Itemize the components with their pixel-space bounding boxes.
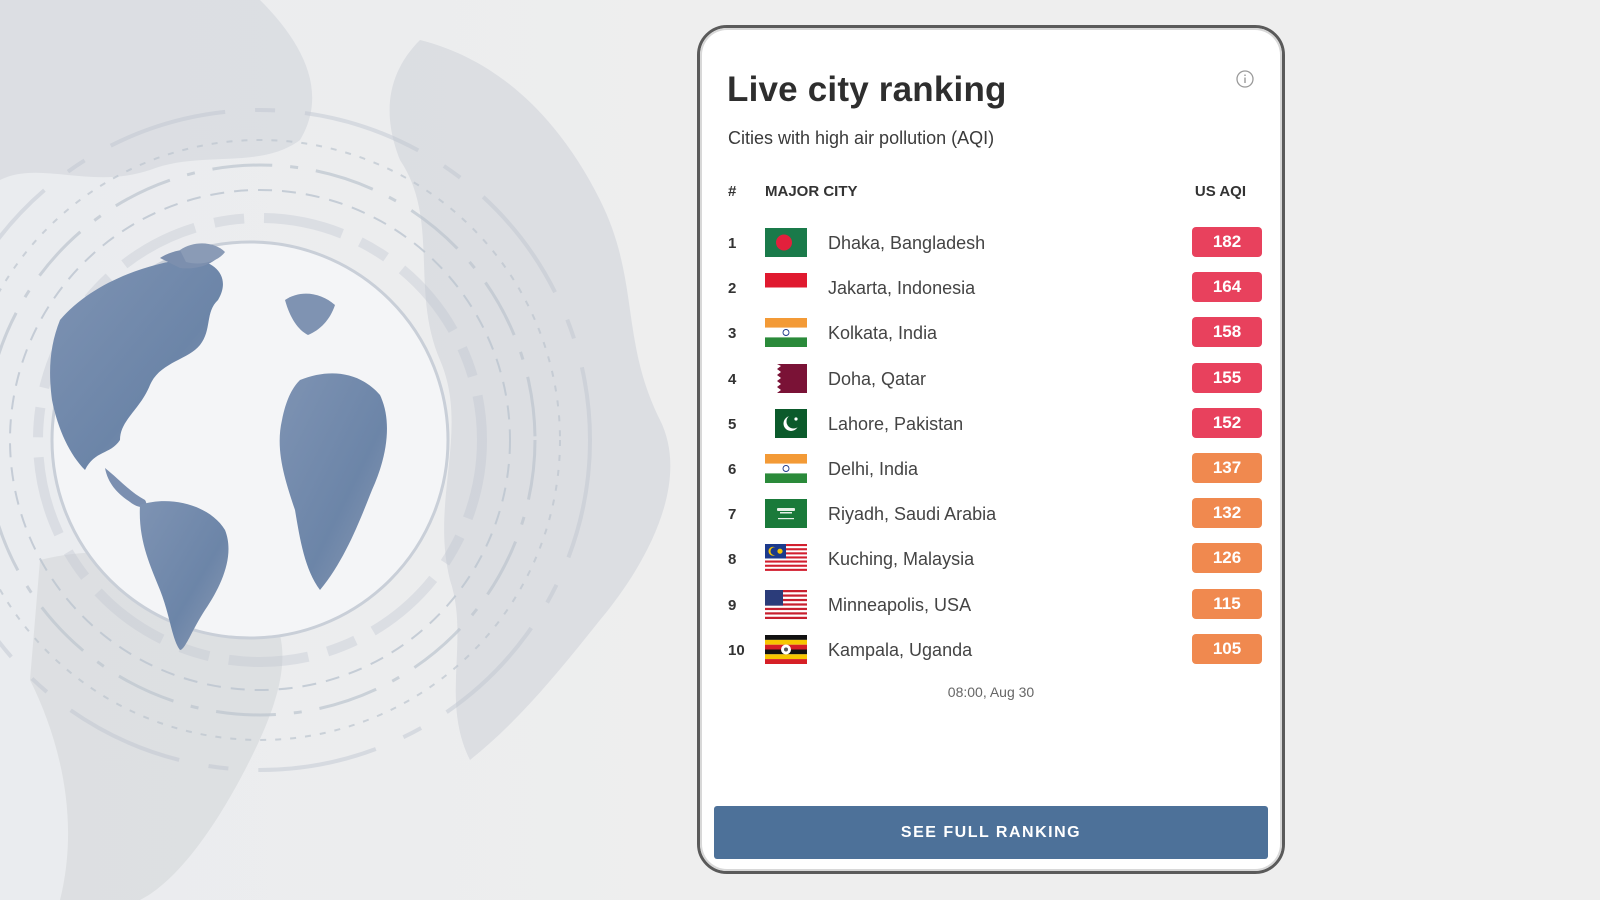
see-full-ranking-button[interactable]: SEE FULL RANKING xyxy=(714,806,1268,859)
aqi-badge: 152 xyxy=(1192,407,1262,438)
row-rank: 1 xyxy=(728,235,737,252)
uganda-flag-icon xyxy=(765,634,807,664)
india-flag-icon xyxy=(765,318,807,348)
aqi-badge: 158 xyxy=(1192,317,1262,348)
row-rank: 2 xyxy=(728,280,737,298)
row-rank: 5 xyxy=(728,415,737,433)
ranking-row[interactable]: 8 Kuching, Malaysia 126 xyxy=(728,543,1262,588)
row-rank: 4 xyxy=(728,370,737,388)
globe-illustration xyxy=(0,0,671,900)
ranking-row[interactable]: 1 Dhaka, Bangladesh 182 xyxy=(728,227,1262,272)
aqi-badge: 155 xyxy=(1192,362,1262,393)
malaysia-flag-icon xyxy=(765,544,807,574)
ranking-row[interactable]: 10 Kampala, Uganda 105 xyxy=(728,633,1262,679)
aqi-badge: 164 xyxy=(1192,272,1262,303)
bangladesh-flag-icon xyxy=(765,228,807,257)
pakistan-flag-icon xyxy=(765,408,807,438)
ranking-row[interactable]: 7 Riyadh, Saudi Arabia 132 xyxy=(728,498,1262,543)
card-title: Live city ranking xyxy=(727,70,1007,109)
aqi-badge: 115 xyxy=(1192,588,1262,619)
row-city: Jakarta, Indonesia xyxy=(828,278,976,299)
row-rank: 8 xyxy=(728,551,737,569)
india-flag-icon xyxy=(765,453,807,483)
row-city: Minneapolis, USA xyxy=(828,594,972,615)
row-city: Riyadh, Saudi Arabia xyxy=(828,504,997,525)
row-rank: 7 xyxy=(728,506,737,524)
aqi-badge: 182 xyxy=(1192,227,1262,257)
ranking-row[interactable]: 2 Jakarta, Indonesia 164 xyxy=(728,272,1262,317)
header-rank: # xyxy=(728,183,737,200)
ranking-row[interactable]: 5 Lahore, Pakistan 152 xyxy=(728,407,1262,453)
card-subtitle: Cities with high air pollution (AQI) xyxy=(728,128,995,148)
row-city: Delhi, India xyxy=(828,458,919,479)
aqi-badge: 132 xyxy=(1192,498,1262,529)
row-city: Doha, Qatar xyxy=(828,368,927,389)
indonesia-flag-icon xyxy=(765,273,807,303)
row-rank: 10 xyxy=(728,641,745,659)
header-major-city: MAJOR CITY xyxy=(765,183,858,200)
ranking-row[interactable]: 6 Delhi, India 137 xyxy=(728,452,1262,498)
row-rank: 3 xyxy=(728,325,737,343)
aqi-badge: 126 xyxy=(1192,543,1262,574)
ranking-row[interactable]: 3 Kolkata, India 158 xyxy=(728,317,1262,362)
row-city: Dhaka, Bangladesh xyxy=(828,233,986,253)
row-city: Kuching, Malaysia xyxy=(828,549,975,570)
info-icon[interactable] xyxy=(1236,70,1254,88)
aqi-badge: 137 xyxy=(1192,452,1262,483)
ranking-list: 1 Dhaka, Bangladesh 182 2 Jakarta, Indon… xyxy=(728,227,1262,679)
table-header: # MAJOR CITY US AQI xyxy=(728,183,1254,203)
update-timestamp: 08:00, Aug 30 xyxy=(947,684,1035,700)
row-rank: 6 xyxy=(728,460,737,478)
ranking-row[interactable]: 9 Minneapolis, USA 115 xyxy=(728,588,1262,634)
ranking-row[interactable]: 4 Doha, Qatar 155 xyxy=(728,362,1262,408)
ranking-card: Live city ranking Cities with high air p… xyxy=(697,25,1285,874)
row-rank: 9 xyxy=(728,596,737,614)
header-us-aqi: US AQI xyxy=(1194,183,1246,200)
usa-flag-icon xyxy=(765,589,807,619)
saudi-arabia-flag-icon xyxy=(765,499,807,529)
qatar-flag-icon xyxy=(765,363,807,393)
row-city: Kampala, Uganda xyxy=(828,639,973,660)
aqi-badge: 105 xyxy=(1192,633,1262,664)
row-city: Lahore, Pakistan xyxy=(828,413,964,434)
row-city: Kolkata, India xyxy=(828,323,938,344)
